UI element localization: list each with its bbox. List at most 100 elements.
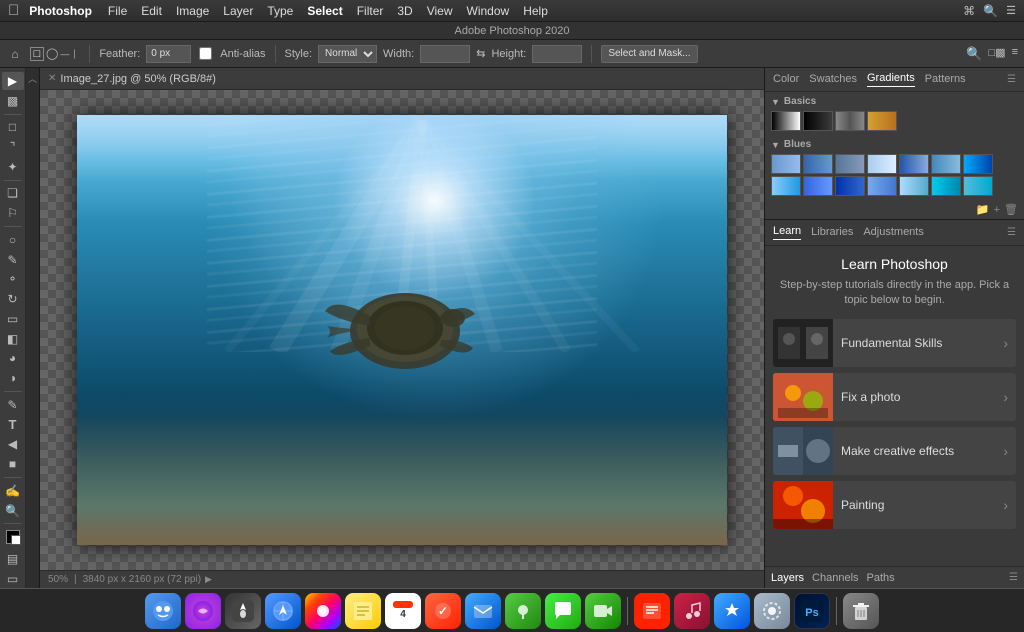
dock-rocket[interactable] bbox=[225, 593, 261, 629]
search-options-icon[interactable]: 🔍 bbox=[966, 46, 982, 62]
shape-tool[interactable]: ■ bbox=[2, 455, 24, 473]
status-arrow-icon[interactable]: ▶ bbox=[205, 574, 212, 585]
marquee-tool[interactable]: □ bbox=[2, 118, 24, 136]
dock-finder[interactable] bbox=[145, 593, 181, 629]
blues-swatch-13[interactable] bbox=[931, 176, 961, 196]
menu-window[interactable]: Window bbox=[467, 4, 510, 18]
side-collapse-icon[interactable]: 〈 bbox=[26, 74, 39, 83]
options-menu-icon[interactable]: ≡ bbox=[1012, 46, 1018, 62]
learn-item-fundamental-skills[interactable]: Fundamental Skills › bbox=[773, 319, 1016, 367]
dock-notes[interactable] bbox=[345, 593, 381, 629]
search-icon-menubar[interactable]: 🔍 bbox=[983, 4, 998, 18]
blues-swatch-2[interactable] bbox=[803, 154, 833, 174]
menu-help[interactable]: Help bbox=[523, 4, 548, 18]
dock-mail[interactable] bbox=[465, 593, 501, 629]
antialias-checkbox[interactable] bbox=[199, 47, 212, 60]
menu-view[interactable]: View bbox=[427, 4, 453, 18]
menu-select[interactable]: Select bbox=[307, 4, 342, 18]
swap-icon[interactable]: ⇆ bbox=[476, 47, 485, 60]
folder-icon[interactable]: 📁 bbox=[976, 203, 990, 216]
learn-item-creative-effects[interactable]: Make creative effects › bbox=[773, 427, 1016, 475]
menu-edit[interactable]: Edit bbox=[141, 4, 162, 18]
zoom-tool[interactable]: 🔍 bbox=[2, 502, 24, 520]
tab-swatches[interactable]: Swatches bbox=[809, 73, 857, 87]
eyedropper-tool[interactable]: ⚐ bbox=[2, 204, 24, 222]
blues-swatch-12[interactable] bbox=[899, 176, 929, 196]
healing-tool[interactable]: ○ bbox=[2, 231, 24, 249]
menu-type[interactable]: Type bbox=[267, 4, 293, 18]
feather-input[interactable] bbox=[146, 45, 191, 63]
tab-adjustments[interactable]: Adjustments bbox=[863, 226, 924, 240]
add-gradient-icon[interactable]: + bbox=[994, 204, 1000, 216]
screen-mode-tool[interactable]: ▭ bbox=[2, 570, 24, 588]
blues-swatch-6[interactable] bbox=[931, 154, 961, 174]
eraser-tool[interactable]: ▭ bbox=[2, 310, 24, 328]
width-input[interactable] bbox=[420, 45, 470, 63]
style-select[interactable]: Normal bbox=[318, 45, 377, 63]
tab-learn[interactable]: Learn bbox=[773, 225, 801, 240]
select-mask-button[interactable]: Select and Mask... bbox=[601, 45, 697, 63]
menu-expand-icon[interactable]: ☰ bbox=[1006, 4, 1016, 17]
dock-news[interactable] bbox=[634, 593, 670, 629]
dock-photos-library[interactable] bbox=[305, 593, 341, 629]
home-icon[interactable]: ⌂ bbox=[6, 45, 24, 63]
artboard-tool[interactable]: ▩ bbox=[2, 92, 24, 110]
path-tool[interactable]: ◀ bbox=[2, 436, 24, 454]
workspace-icon[interactable]: □▩ bbox=[989, 46, 1006, 62]
blues-swatch-9[interactable] bbox=[803, 176, 833, 196]
dock-siri[interactable] bbox=[185, 593, 221, 629]
clone-tool[interactable]: ⚬ bbox=[2, 270, 24, 288]
dock-safari[interactable] bbox=[265, 593, 301, 629]
delete-gradient-icon[interactable]: 🗑 bbox=[1004, 203, 1018, 216]
tab-paths[interactable]: Paths bbox=[867, 572, 895, 584]
brush-tool[interactable]: ✎ bbox=[2, 251, 24, 269]
menu-file[interactable]: File bbox=[108, 4, 127, 18]
dock-facetime[interactable] bbox=[585, 593, 621, 629]
menu-filter[interactable]: Filter bbox=[357, 4, 384, 18]
tab-patterns[interactable]: Patterns bbox=[925, 73, 966, 87]
menu-layer[interactable]: Layer bbox=[223, 4, 253, 18]
magic-wand-tool[interactable]: ✦ bbox=[2, 158, 24, 176]
dock-system-prefs[interactable] bbox=[754, 593, 790, 629]
tab-layers[interactable]: Layers bbox=[771, 572, 804, 584]
dock-music[interactable] bbox=[674, 593, 710, 629]
blues-swatch-11[interactable] bbox=[867, 176, 897, 196]
tab-gradients[interactable]: Gradients bbox=[867, 72, 915, 87]
crop-tool[interactable]: ❏ bbox=[2, 185, 24, 203]
single-col-icon[interactable]: — bbox=[71, 49, 81, 58]
height-input[interactable] bbox=[532, 45, 582, 63]
menu-image[interactable]: Image bbox=[176, 4, 209, 18]
dock-calendar[interactable]: 4 bbox=[385, 593, 421, 629]
apple-menu[interactable]:  bbox=[8, 2, 19, 19]
dock-appstore[interactable] bbox=[714, 593, 750, 629]
learn-panel-menu-icon[interactable]: ☰ bbox=[1007, 227, 1016, 238]
blues-swatch-14[interactable] bbox=[963, 176, 993, 196]
history-brush-tool[interactable]: ↻ bbox=[2, 290, 24, 308]
foreground-color[interactable] bbox=[6, 530, 20, 544]
tab-color[interactable]: Color bbox=[773, 73, 799, 87]
basics-swatch-4[interactable] bbox=[867, 111, 897, 131]
gradient-tool[interactable]: ◧ bbox=[2, 330, 24, 348]
tab-libraries[interactable]: Libraries bbox=[811, 226, 853, 240]
canvas-bg[interactable] bbox=[40, 90, 764, 570]
layers-menu-icon[interactable]: ☰ bbox=[1009, 572, 1018, 583]
rect-marquee-icon[interactable]: □ bbox=[30, 47, 44, 61]
basics-swatch-2[interactable] bbox=[803, 111, 833, 131]
dodge-tool[interactable]: ◑ bbox=[2, 369, 24, 387]
type-tool[interactable]: T bbox=[2, 416, 24, 434]
single-row-icon[interactable]: — bbox=[60, 49, 69, 59]
dock-trash[interactable] bbox=[843, 593, 879, 629]
background-color[interactable] bbox=[11, 535, 21, 545]
blues-swatch-1[interactable] bbox=[771, 154, 801, 174]
gradients-panel-menu-icon[interactable]: ☰ bbox=[1007, 74, 1016, 85]
ellip-marquee-icon[interactable]: ◯ bbox=[46, 47, 58, 60]
pen-tool[interactable]: ✎ bbox=[2, 396, 24, 414]
basics-swatch-3[interactable] bbox=[835, 111, 865, 131]
blues-swatch-5[interactable] bbox=[899, 154, 929, 174]
tab-close-icon[interactable]: ✕ bbox=[48, 73, 56, 84]
dock-reminders[interactable]: ✓ bbox=[425, 593, 461, 629]
dock-maps[interactable] bbox=[505, 593, 541, 629]
learn-item-painting[interactable]: Painting › bbox=[773, 481, 1016, 529]
hand-tool[interactable]: ✍ bbox=[2, 482, 24, 500]
move-tool[interactable]: ▶ bbox=[2, 72, 24, 90]
